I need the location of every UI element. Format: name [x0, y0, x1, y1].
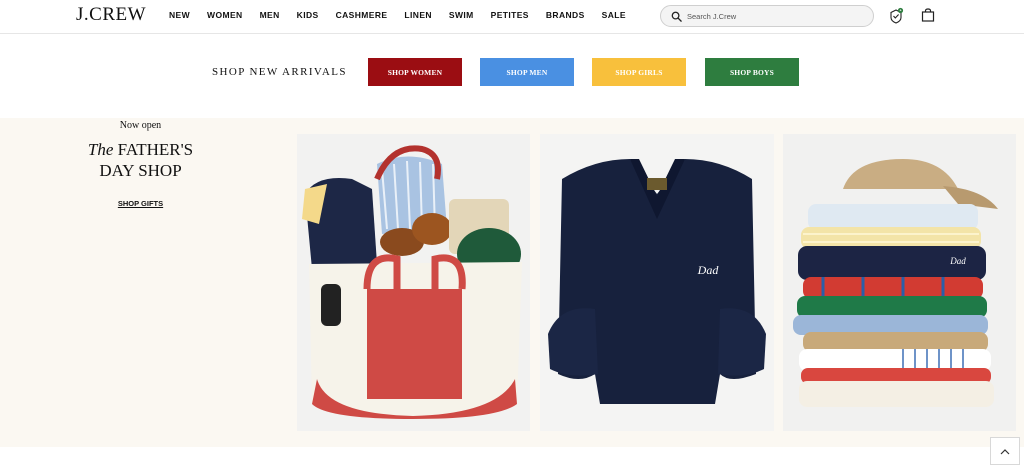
promo-title: The FATHER'S DAY SHOP — [0, 139, 281, 181]
svg-text:+: + — [899, 9, 901, 13]
rewards-badge-icon[interactable]: + — [888, 7, 904, 25]
search-bar[interactable] — [660, 5, 874, 27]
shop-women-button[interactable]: SHOP WOMEN — [368, 58, 462, 86]
promo-eyebrow: Now open — [119, 120, 162, 131]
product-image-folded-shirts[interactable]: Dad — [783, 134, 1016, 431]
nav-item-sale[interactable]: SALE — [602, 10, 626, 20]
shop-boys-button[interactable]: SHOP BOYS — [705, 58, 799, 86]
nav-item-petites[interactable]: PETITES — [491, 10, 529, 20]
main-nav: NEW WOMEN MEN KIDS CASHMERE LINEN SWIM P… — [169, 10, 643, 20]
svg-text:Dad: Dad — [697, 263, 720, 277]
promo-title-italic: The — [87, 140, 114, 159]
product-image-navy-sweater[interactable]: Dad — [540, 134, 774, 431]
nav-item-brands[interactable]: BRANDS — [546, 10, 585, 20]
shop-men-button[interactable]: SHOP MEN — [480, 58, 574, 86]
jcrew-logo[interactable]: J.CREW — [76, 4, 146, 26]
shopping-bag-icon[interactable] — [921, 8, 935, 22]
shop-girls-button[interactable]: SHOP GIRLS — [592, 58, 686, 86]
shop-gifts-link[interactable]: SHOP GIFTS — [0, 199, 281, 208]
nav-item-new[interactable]: NEW — [169, 10, 190, 20]
search-input[interactable] — [687, 11, 857, 21]
scroll-to-top-button[interactable] — [990, 437, 1020, 465]
navy-sweater-illustration: Dad — [540, 134, 774, 431]
tote-bag-illustration — [297, 134, 530, 431]
svg-text:Dad: Dad — [949, 256, 966, 266]
search-icon[interactable] — [665, 5, 687, 27]
promo-title-line1: FATHER'S — [117, 140, 194, 159]
nav-item-swim[interactable]: SWIM — [449, 10, 474, 20]
nav-item-cashmere[interactable]: CASHMERE — [336, 10, 388, 20]
nav-item-women[interactable]: WOMEN — [207, 10, 243, 20]
promo-title-line2: DAY SHOP — [99, 161, 182, 180]
nav-item-men[interactable]: MEN — [260, 10, 280, 20]
site-header: J.CREW NEW WOMEN MEN KIDS CASHMERE LINEN… — [0, 0, 1024, 34]
shop-new-arrivals-label: SHOP NEW ARRIVALS — [212, 66, 347, 78]
product-image-tote-bag[interactable] — [297, 134, 530, 431]
folded-shirts-illustration: Dad — [783, 134, 1016, 431]
nav-item-kids[interactable]: KIDS — [297, 10, 319, 20]
chevron-up-icon — [1000, 442, 1010, 460]
nav-item-linen[interactable]: LINEN — [404, 10, 432, 20]
